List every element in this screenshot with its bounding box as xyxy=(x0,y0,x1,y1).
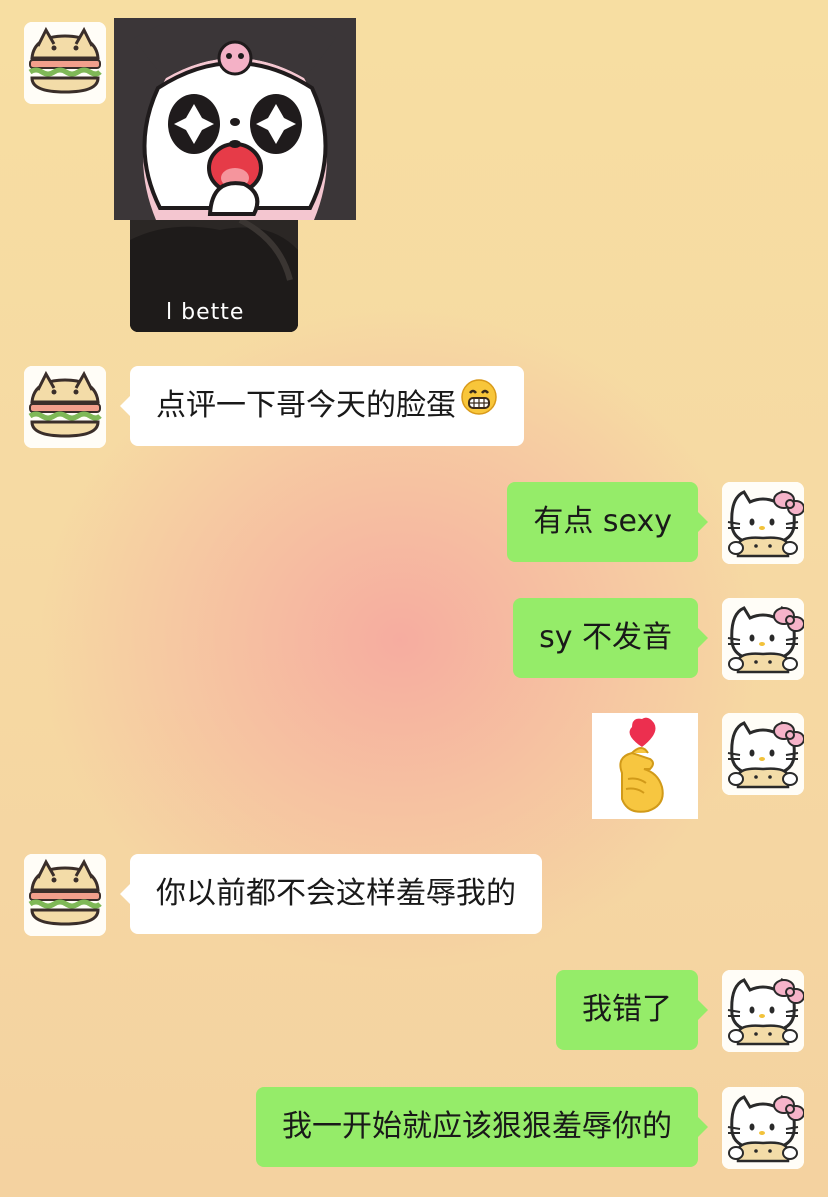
finger-heart-icon xyxy=(592,713,698,819)
message-text: 点评一下哥今天的脸蛋 xyxy=(156,388,456,423)
avatar-other-hamburger-cat[interactable] xyxy=(24,22,106,104)
chat-area[interactable]: l bette 点评一下哥今天的脸蛋 有点 sexy sy 不发音 你以前都不会… xyxy=(0,0,828,1197)
hello-kitty-avatar-icon xyxy=(722,1087,804,1169)
avatar-me-hello-kitty[interactable] xyxy=(722,970,804,1052)
avatar-me-hello-kitty[interactable] xyxy=(722,713,804,795)
hello-kitty-avatar-icon xyxy=(722,713,804,795)
message-bubble-outgoing[interactable]: 我一开始就应该狠狠羞辱你的 xyxy=(256,1087,708,1167)
photo-message[interactable]: l bette xyxy=(130,210,298,332)
message-bubble-incoming[interactable]: 点评一下哥今天的脸蛋 xyxy=(120,366,524,447)
avatar-me-hello-kitty[interactable] xyxy=(722,482,804,564)
message-bubble-outgoing[interactable]: 有点 sexy xyxy=(507,482,708,562)
message-bubble-incoming[interactable]: 你以前都不会这样羞辱我的 xyxy=(120,854,542,934)
hamburger-cat-avatar-icon xyxy=(24,366,106,448)
message-text: sy 不发音 xyxy=(539,620,672,655)
hamburger-cat-avatar-icon xyxy=(24,854,106,936)
avatar-other-hamburger-cat[interactable] xyxy=(24,854,106,936)
kuromi-sticker[interactable] xyxy=(114,18,356,220)
grinning-face-emoji-icon xyxy=(460,367,498,447)
avatar-other-hamburger-cat[interactable] xyxy=(24,366,106,448)
message-text: 我一开始就应该狠狠羞辱你的 xyxy=(282,1109,672,1144)
hello-kitty-avatar-icon xyxy=(722,482,804,564)
message-text: 我错了 xyxy=(582,992,672,1027)
message-bubble-outgoing[interactable]: sy 不发音 xyxy=(513,598,708,678)
hamburger-cat-avatar-icon xyxy=(24,22,106,104)
message-text: 你以前都不会这样羞辱我的 xyxy=(156,876,516,911)
kuromi-surprised-sticker-icon xyxy=(114,18,356,220)
photo-shirt-text: l bette xyxy=(166,300,245,325)
finger-heart-sticker[interactable] xyxy=(592,713,698,819)
hello-kitty-avatar-icon xyxy=(722,598,804,680)
message-text: 有点 sexy xyxy=(533,504,672,539)
message-bubble-outgoing[interactable]: 我错了 xyxy=(556,970,708,1050)
avatar-me-hello-kitty[interactable] xyxy=(722,1087,804,1169)
avatar-me-hello-kitty[interactable] xyxy=(722,598,804,680)
hello-kitty-avatar-icon xyxy=(722,970,804,1052)
